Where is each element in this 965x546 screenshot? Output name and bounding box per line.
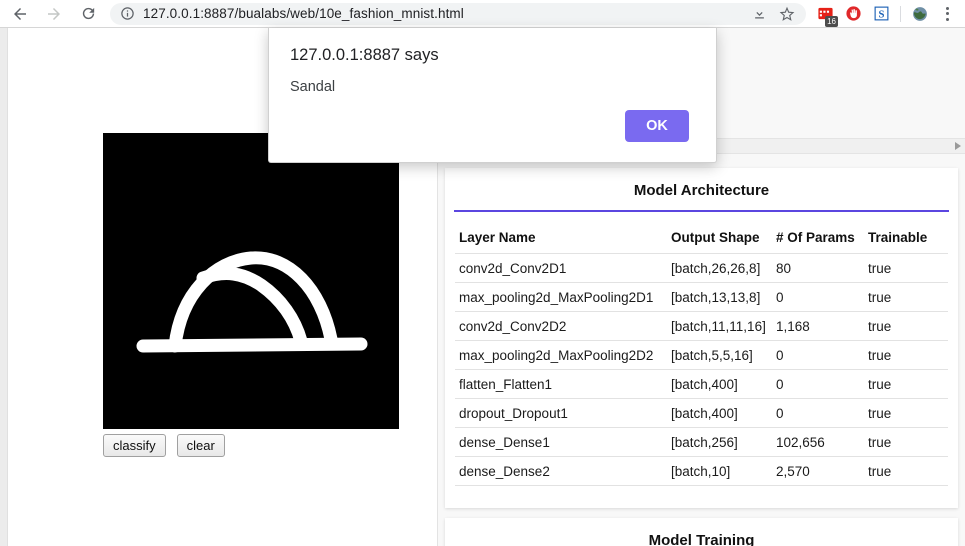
model-architecture-card: Model Architecture Layer Name Output Sha… [445,168,958,508]
model-training-title: Model Training [648,532,755,546]
cell-layer-name: dropout_Dropout1 [455,398,667,428]
model-architecture-title: Model Architecture [633,182,770,199]
cell-layer-name: conv2d_Conv2D1 [455,253,667,283]
canvas-button-row: classify clear [103,434,225,457]
javascript-alert-dialog: 127.0.0.1:8887 says Sandal OK [268,28,717,163]
column-header-trainable: Trainable [868,230,928,245]
cell-layer-name: conv2d_Conv2D2 [455,311,667,341]
browser-toolbar: 127.0.0.1:8887/bualabs/web/10e_fashion_m… [0,0,965,28]
model-architecture-table: Layer Name Output Shape # Of Params Trai… [455,212,948,486]
browser-window: 127.0.0.1:8887/bualabs/web/10e_fashion_m… [0,0,965,546]
column-header-output-shape: Output Shape [671,230,760,245]
drawing-canvas[interactable] [103,133,399,429]
cell-trainable: true [864,340,948,370]
model-architecture-body: conv2d_Conv2D1 [batch,26,26,8] 80 true m… [455,253,948,486]
download-icon[interactable] [746,3,772,25]
classify-button[interactable]: classify [103,434,166,457]
cell-layer-name: flatten_Flatten1 [455,369,667,399]
cell-num-params: 1,168 [772,311,864,341]
browser-menu-icon[interactable] [935,1,959,27]
cell-output-shape: [batch,5,5,16] [667,340,772,370]
table-row: max_pooling2d_MaxPooling2D2 [batch,5,5,1… [455,340,948,370]
cell-num-params: 0 [772,340,864,370]
cell-trainable: true [864,282,948,312]
cell-trainable: true [864,398,948,428]
cell-num-params: 102,656 [772,427,864,457]
reload-icon[interactable] [74,1,102,27]
cell-num-params: 0 [772,282,864,312]
page-left-gutter [0,28,8,546]
cell-trainable: true [864,427,948,457]
table-row: dense_Dense1 [batch,256] 102,656 true [455,427,948,457]
ublock-origin-icon[interactable] [840,1,866,27]
table-header-row: Layer Name Output Shape # Of Params Trai… [455,212,948,254]
cell-trainable: true [864,253,948,283]
dialog-message: Sandal [290,79,336,95]
cell-output-shape: [batch,400] [667,369,772,399]
forward-icon[interactable] [40,1,68,27]
cell-layer-name: max_pooling2d_MaxPooling2D1 [455,282,667,312]
cell-trainable: true [864,456,948,486]
cell-output-shape: [batch,400] [667,398,772,428]
cell-output-shape: [batch,10] [667,456,772,486]
globe-extension-icon[interactable] [907,1,933,27]
dialog-title: 127.0.0.1:8887 says [290,46,439,64]
table-row: flatten_Flatten1 [batch,400] 0 true [455,369,948,399]
extension-toolbar: 16 S [812,1,965,27]
dialog-ok-button[interactable]: OK [625,110,689,142]
cell-trainable: true [864,369,948,399]
table-row: max_pooling2d_MaxPooling2D1 [batch,13,13… [455,282,948,312]
cell-layer-name: dense_Dense1 [455,427,667,457]
table-row: conv2d_Conv2D1 [batch,26,26,8] 80 true [455,253,948,283]
model-training-card: Model Training [445,518,958,546]
back-icon[interactable] [6,1,34,27]
cell-num-params: 2,570 [772,456,864,486]
url-text: 127.0.0.1:8887/bualabs/web/10e_fashion_m… [143,6,464,21]
cell-num-params: 80 [772,253,864,283]
table-row: conv2d_Conv2D2 [batch,11,11,16] 1,168 tr… [455,311,948,341]
cell-output-shape: [batch,11,11,16] [667,311,772,341]
address-bar[interactable]: 127.0.0.1:8887/bualabs/web/10e_fashion_m… [110,2,806,25]
calendar-extension-icon[interactable]: 16 [812,1,838,27]
table-row: dense_Dense2 [batch,10] 2,570 true [455,456,948,486]
column-header-num-params: # Of Params [776,230,855,245]
cell-output-shape: [batch,256] [667,427,772,457]
table-row: dropout_Dropout1 [batch,400] 0 true [455,398,948,428]
blue-s-extension-icon[interactable]: S [868,1,894,27]
clear-button[interactable]: clear [176,434,225,457]
cell-output-shape: [batch,26,26,8] [667,253,772,283]
svg-text:S: S [878,9,884,20]
cell-layer-name: dense_Dense2 [455,456,667,486]
site-info-icon[interactable] [120,6,135,21]
bookmark-star-icon[interactable] [774,3,800,25]
scroll-right-arrow-icon[interactable] [955,142,961,150]
toolbar-divider [900,5,901,22]
cell-num-params: 0 [772,369,864,399]
column-header-layer-name: Layer Name [459,230,536,245]
cell-num-params: 0 [772,398,864,428]
extension-badge: 16 [825,15,838,27]
cell-trainable: true [864,311,948,341]
cell-output-shape: [batch,13,13,8] [667,282,772,312]
cell-layer-name: max_pooling2d_MaxPooling2D2 [455,340,667,370]
